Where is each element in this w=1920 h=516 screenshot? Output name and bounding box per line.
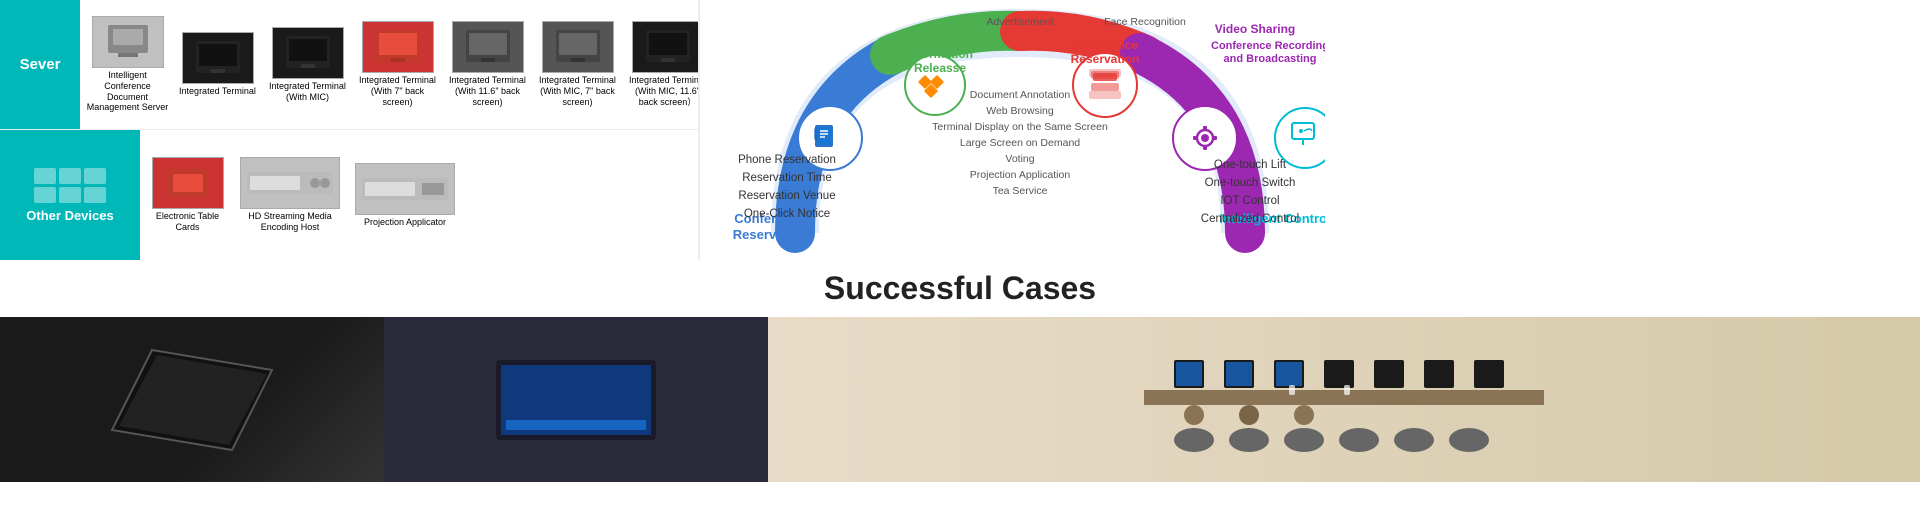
devices-row-bottom: Electronic Table Cards HD Streaming Medi…	[140, 130, 698, 260]
projection-app-icon	[355, 163, 455, 215]
success-section: Successful Cases	[0, 260, 1920, 482]
server-label: Sever	[0, 0, 80, 129]
streaming-host-label: HD Streaming Media Encoding Host	[235, 211, 345, 233]
streaming-host-icon	[240, 157, 340, 209]
terminal-4: Integrated Terminal (With 11.6" back scr…	[445, 21, 530, 107]
svg-text:Large Screen on Demand: Large Screen on Demand	[960, 137, 1080, 149]
svg-text:Voting: Voting	[1005, 153, 1034, 165]
svg-text:Terminal Display on the Same S: Terminal Display on the Same Screen	[932, 121, 1108, 133]
svg-text:Projection Application: Projection Application	[970, 169, 1071, 181]
terminal-2: Integrated Terminal (With MIC)	[265, 27, 350, 103]
svg-text:Conference: Conference	[1072, 38, 1138, 52]
terminal-3-icon	[362, 21, 434, 73]
other-icon-6	[84, 187, 106, 203]
devices-row-top: Intelligent Conference Document Manageme…	[80, 0, 698, 129]
server-device-1: Intelligent Conference Document Manageme…	[85, 16, 170, 113]
success-title: Successful Cases	[0, 270, 1920, 307]
success-images	[0, 317, 1920, 482]
svg-text:and Broadcasting: and Broadcasting	[1224, 53, 1317, 65]
svg-text:One-touch Switch: One-touch Switch	[1205, 177, 1296, 189]
server-device-1-icon	[92, 16, 164, 68]
terminal-6-icon	[632, 21, 699, 73]
svg-text:Video Sharing: Video Sharing	[1215, 22, 1295, 36]
terminal-1: Integrated Terminal	[175, 32, 260, 97]
projection-app-label: Projection Applicator	[364, 217, 446, 228]
terminal-2-label: Integrated Terminal (With MIC)	[265, 81, 350, 103]
streaming-host: HD Streaming Media Encoding Host	[235, 157, 345, 233]
terminal-4-icon	[452, 21, 524, 73]
left-devices: Sever Intelligent Conference Document Ma…	[0, 0, 700, 260]
svg-text:Reservation Venue: Reservation Venue	[738, 190, 835, 202]
terminal-1-icon	[182, 32, 254, 84]
svg-text:Reservation: Reservation	[1071, 52, 1140, 66]
other-devices-box: Other Devices	[0, 130, 140, 260]
server-device-1-label: Intelligent Conference Document Manageme…	[85, 70, 170, 113]
svg-text:Face Recognition: Face Recognition	[1104, 16, 1186, 28]
terminal-3: Integrated Terminal (With 7" back screen…	[355, 21, 440, 107]
table-cards: Electronic Table Cards	[145, 157, 230, 233]
terminal-1-label: Integrated Terminal	[179, 86, 256, 97]
terminal-6: Integrated Terminal (With MIC, 11.6" bac…	[625, 21, 698, 107]
server-row: Sever Intelligent Conference Document Ma…	[0, 0, 698, 130]
terminal-4-label: Integrated Terminal (With 11.6" back scr…	[445, 75, 530, 107]
terminal-2-icon	[272, 27, 344, 79]
diagram-area: Conference Reservation Information Relea…	[700, 0, 1340, 260]
other-icon-1	[34, 168, 56, 184]
svg-text:Conference Recording: Conference Recording	[1211, 40, 1325, 52]
svg-text:Reservation: Reservation	[733, 227, 807, 242]
other-devices-label: Other Devices	[26, 208, 113, 223]
svg-text:Tea Service: Tea Service	[993, 185, 1048, 197]
other-icon-2	[59, 168, 81, 184]
success-image-2	[384, 317, 768, 482]
other-icon-3	[84, 168, 106, 184]
page-wrapper: Sever Intelligent Conference Document Ma…	[0, 0, 1920, 482]
terminal-5-icon	[542, 21, 614, 73]
svg-text:Phone Reservation: Phone Reservation	[738, 154, 836, 166]
svg-text:Advertisement: Advertisement	[986, 16, 1053, 28]
svg-text:Document Annotation: Document Annotation	[970, 89, 1071, 101]
table-cards-label: Electronic Table Cards	[145, 211, 230, 233]
other-devices-row: Other Devices Electronic Table Cards HD …	[0, 130, 698, 260]
svg-text:Releasse: Releasse	[914, 61, 966, 75]
terminal-5-label: Integrated Terminal (With MIC, 7" back s…	[535, 75, 620, 107]
other-icon-4	[34, 187, 56, 203]
svg-text:Centralized Control: Centralized Control	[1201, 213, 1299, 225]
svg-text:One-touch Lift: One-touch Lift	[1214, 159, 1287, 171]
other-icon-5	[59, 187, 81, 203]
other-icons-grid	[34, 168, 106, 203]
success-image-1	[0, 317, 384, 482]
svg-text:IOT Control: IOT Control	[1220, 195, 1279, 207]
success-image-3	[768, 317, 1920, 482]
projection-app: Projection Applicator	[350, 163, 460, 228]
svg-text:One-Click Notice: One-Click Notice	[744, 208, 830, 220]
terminal-6-label: Integrated Terminal (With MIC, 11.6" bac…	[625, 75, 698, 107]
table-cards-icon	[152, 157, 224, 209]
terminal-5: Integrated Terminal (With MIC, 7" back s…	[535, 21, 620, 107]
svg-text:Web Browsing: Web Browsing	[986, 105, 1054, 117]
conference-diagram: Conference Reservation Information Relea…	[715, 3, 1325, 258]
svg-text:Reservation Time: Reservation Time	[742, 172, 831, 184]
top-section: Sever Intelligent Conference Document Ma…	[0, 0, 1920, 260]
terminal-3-label: Integrated Terminal (With 7" back screen…	[355, 75, 440, 107]
svg-text:Information: Information	[907, 47, 973, 61]
